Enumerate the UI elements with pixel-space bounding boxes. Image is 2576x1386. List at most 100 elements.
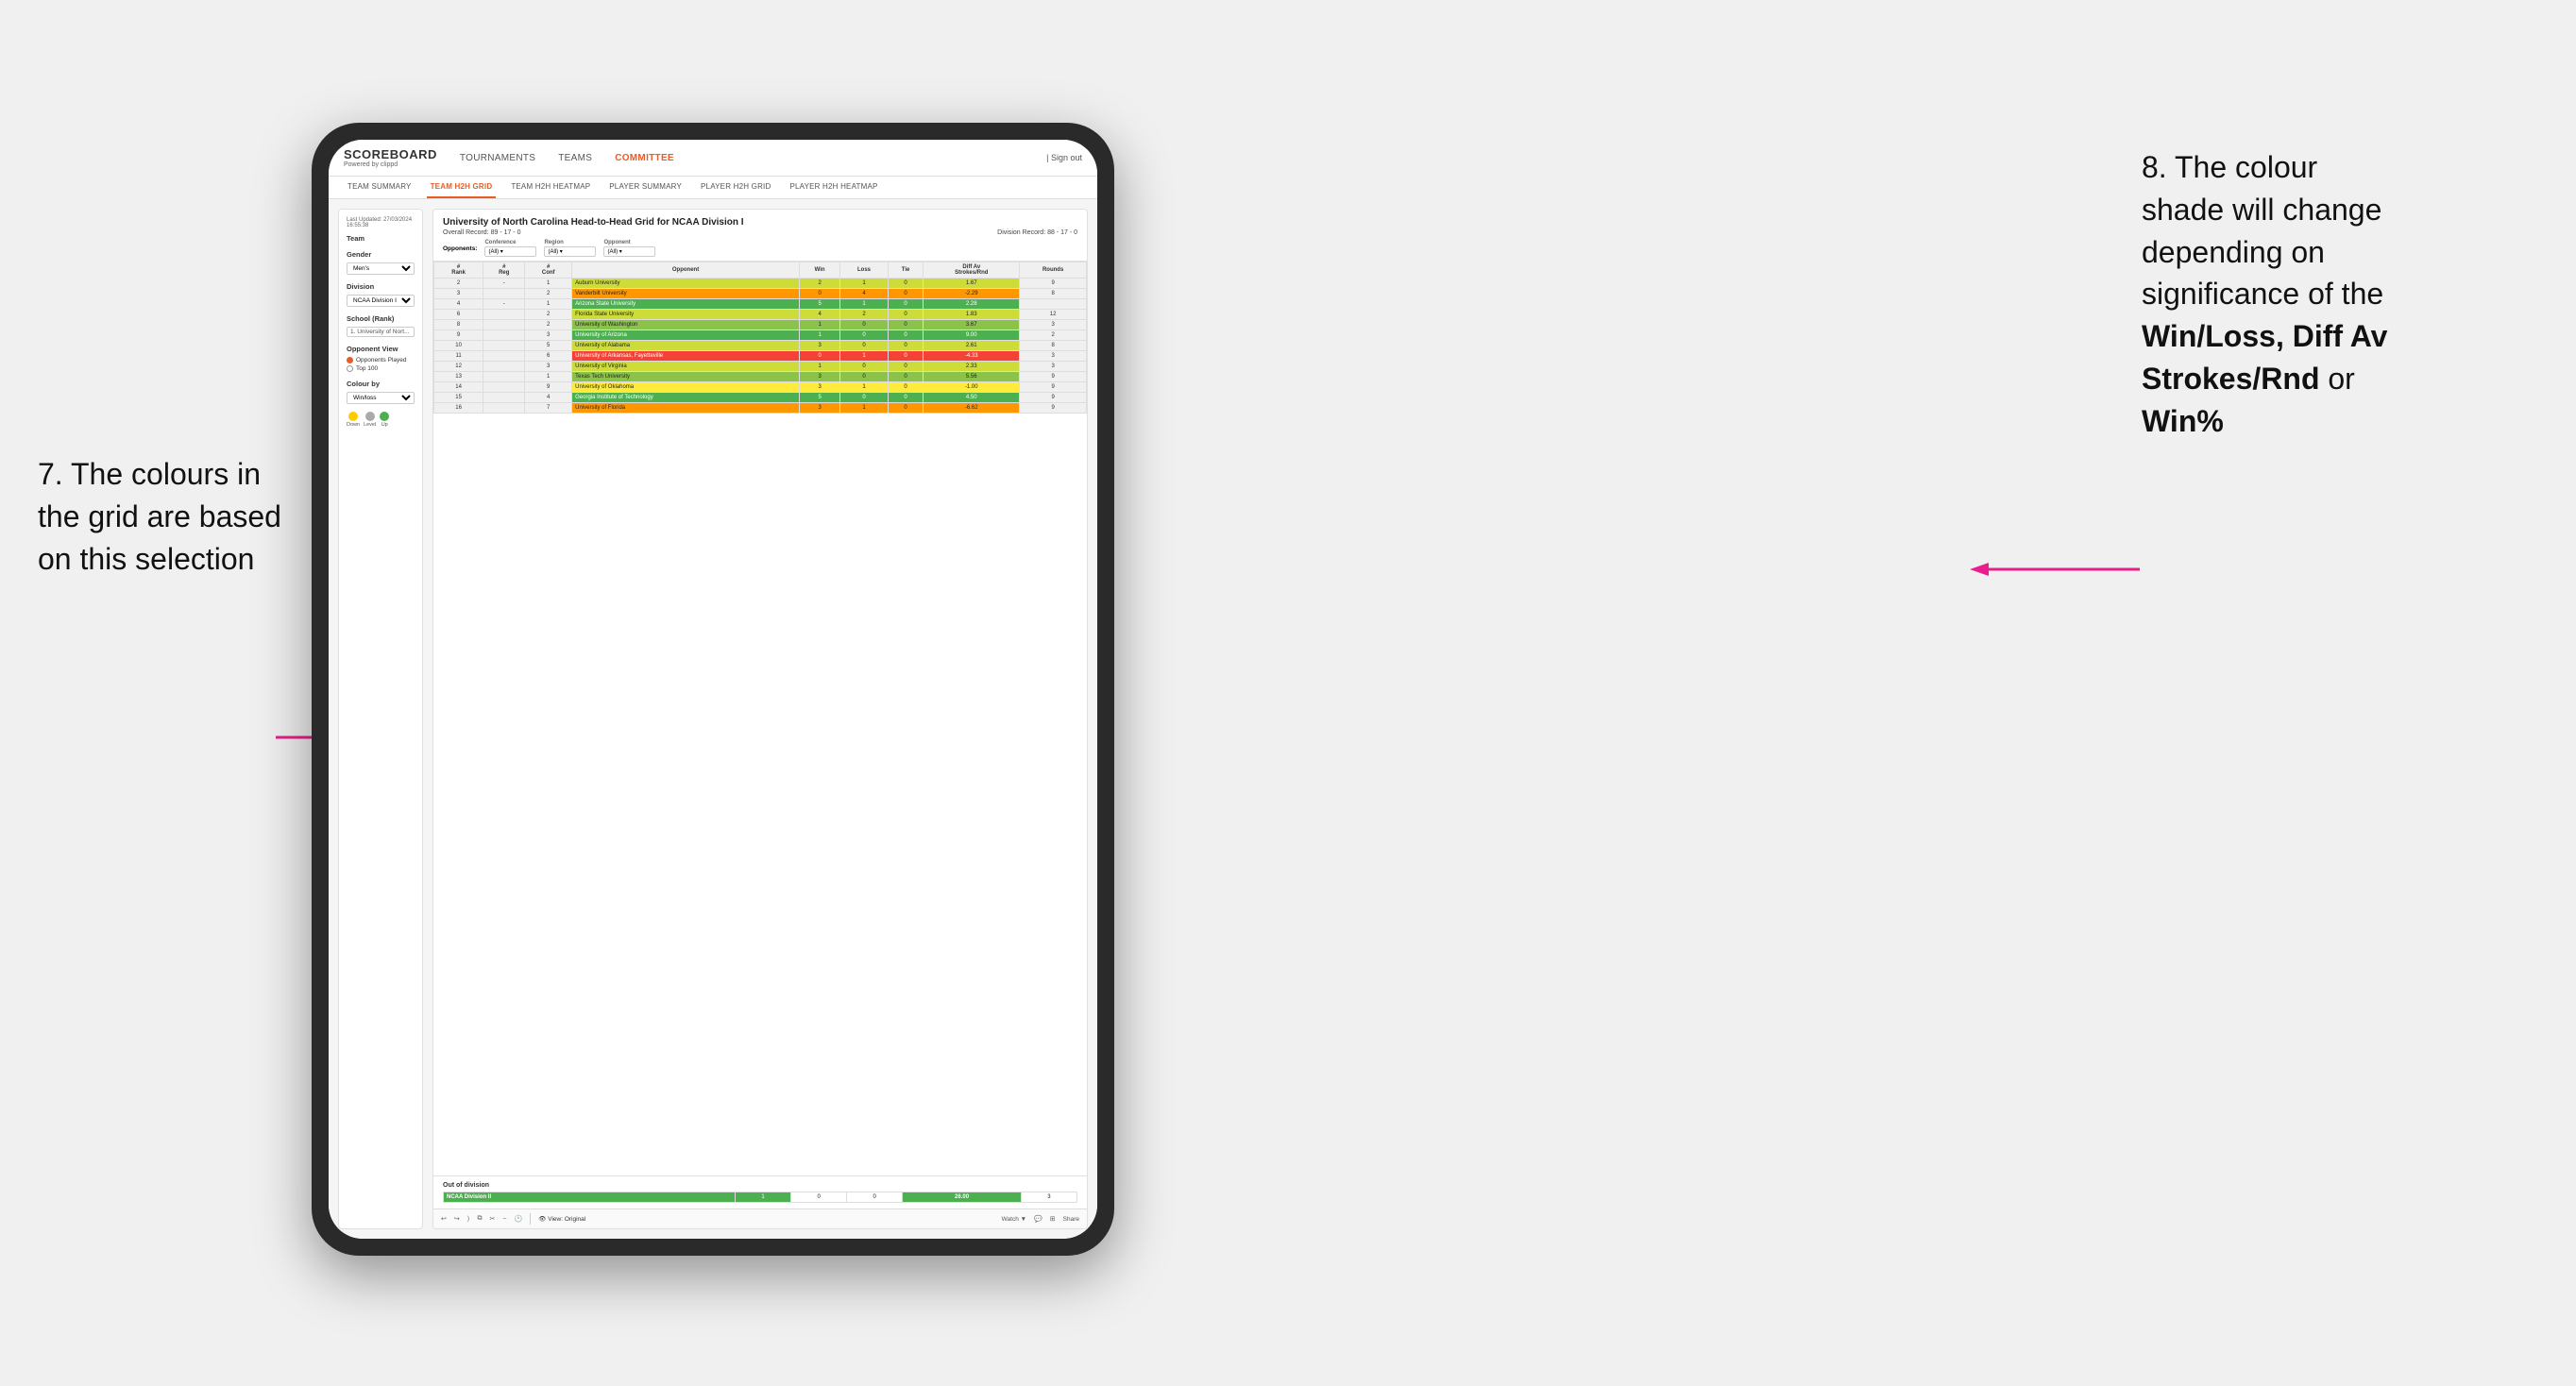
legend-dot-level <box>365 412 375 421</box>
school-value: 1. University of Nort... <box>347 327 415 337</box>
arrow-right <box>1970 555 2140 583</box>
table-row: 116University of Arkansas, Fayetteville0… <box>434 351 1087 362</box>
opponent-view-section: Opponent View Opponents Played Top 100 <box>347 345 415 372</box>
share-btn[interactable]: Share <box>1063 1216 1079 1223</box>
legend-dot-down <box>348 412 358 421</box>
table-row: 93University of Arizona1009.002 <box>434 330 1087 341</box>
colour-by-select[interactable]: Win/loss <box>347 392 415 404</box>
team-section: Team <box>347 234 415 243</box>
table-row: 105University of Alabama3002.618 <box>434 341 1087 351</box>
h2h-table: #Rank #Reg #Conf Opponent Win Loss Tie D… <box>433 262 1087 414</box>
ood-row: NCAA Division II 1 0 0 26.00 3 <box>444 1192 1077 1203</box>
opponent-view-radio: Opponents Played Top 100 <box>347 357 415 372</box>
division-section: Division NCAA Division I <box>347 282 415 307</box>
colour-legend: Down Level Up <box>347 412 415 428</box>
table-row: 167University of Florida310-6.629 <box>434 403 1087 414</box>
sub-nav-team-h2h-heatmap[interactable]: TEAM H2H HEATMAP <box>507 177 594 198</box>
nav-tournaments[interactable]: TOURNAMENTS <box>456 151 539 165</box>
watch-btn[interactable]: Watch ▼ <box>1002 1216 1026 1223</box>
table-row: 2-1Auburn University2101.679 <box>434 279 1087 289</box>
nav-items: TOURNAMENTS TEAMS COMMITTEE <box>456 151 1027 165</box>
sub-nav: TEAM SUMMARY TEAM H2H GRID TEAM H2H HEAT… <box>329 177 1097 199</box>
table-row: 131Texas Tech University3005.569 <box>434 372 1087 382</box>
table-row: 32Vanderbilt University040-2.298 <box>434 289 1087 299</box>
legend-level: Level <box>364 412 376 428</box>
main-content: Last Updated: 27/03/2024 16:55:38 Team G… <box>329 199 1097 1239</box>
legend-up: Up <box>380 412 389 428</box>
school-section: School (Rank) 1. University of Nort... <box>347 314 415 337</box>
separator <box>530 1213 531 1225</box>
logo-text: SCOREBOARD <box>344 147 437 161</box>
table-header-row: #Rank #Reg #Conf Opponent Win Loss Tie D… <box>434 262 1087 279</box>
col-reg: #Reg <box>483 262 525 279</box>
col-opponent: Opponent <box>572 262 800 279</box>
table-row: 4-1Arizona State University5102.28 <box>434 299 1087 310</box>
table-row: 149University of Oklahoma310-1.009 <box>434 382 1087 393</box>
grid-panel: University of North Carolina Head-to-Hea… <box>432 209 1088 1229</box>
redo-icon[interactable]: ↪ <box>454 1215 460 1223</box>
division-select[interactable]: NCAA Division I <box>347 295 415 307</box>
filter-region: Region (All) ▾ <box>544 240 596 257</box>
col-rank: #Rank <box>434 262 483 279</box>
nav-teams[interactable]: TEAMS <box>554 151 596 165</box>
sub-nav-team-summary[interactable]: TEAM SUMMARY <box>344 177 415 198</box>
col-rounds: Rounds <box>1020 262 1087 279</box>
conference-dropdown[interactable]: (All) ▾ <box>484 246 536 257</box>
col-win: Win <box>800 262 840 279</box>
col-diff: Diff AvStrokes/Rnd <box>924 262 1020 279</box>
sub-nav-player-h2h-heatmap[interactable]: PLAYER H2H HEATMAP <box>786 177 881 198</box>
view-icon: 👁 <box>538 1216 546 1223</box>
gender-select[interactable]: Men's <box>347 262 415 275</box>
gender-section: Gender Men's <box>347 250 415 275</box>
comment-icon[interactable]: 💬 <box>1034 1215 1042 1223</box>
scissors-icon[interactable]: ✂ <box>489 1215 495 1223</box>
annotation-right: 8. The colour shade will change dependin… <box>2142 146 2538 443</box>
view-original[interactable]: 👁 View: Original <box>538 1215 585 1223</box>
col-conf: #Conf <box>525 262 572 279</box>
data-table: #Rank #Reg #Conf Opponent Win Loss Tie D… <box>433 262 1087 1175</box>
annotation-left: 7. The colours in the grid are based on … <box>38 453 302 580</box>
table-row: 154Georgia Institute of Technology5004.5… <box>434 393 1087 403</box>
out-of-division: Out of division NCAA Division II 1 0 0 2… <box>433 1175 1087 1209</box>
table-row: 62Florida State University4201.8312 <box>434 310 1087 320</box>
radio-dot <box>347 365 353 372</box>
sign-out[interactable]: | Sign out <box>1046 153 1082 162</box>
clock-icon[interactable]: 🕐 <box>514 1215 522 1223</box>
minus-icon[interactable]: − <box>502 1216 506 1223</box>
opponent-dropdown[interactable]: (All) ▾ <box>603 246 655 257</box>
grid-subtitle: Overall Record: 89 - 17 - 0 Division Rec… <box>443 229 1077 236</box>
grid-header: University of North Carolina Head-to-Hea… <box>433 210 1087 262</box>
col-loss: Loss <box>840 262 889 279</box>
sub-nav-player-h2h-grid[interactable]: PLAYER H2H GRID <box>697 177 774 198</box>
region-dropdown[interactable]: (All) ▾ <box>544 246 596 257</box>
grid-title: University of North Carolina Head-to-Hea… <box>443 217 1077 228</box>
colour-by-section: Colour by Win/loss <box>347 380 415 404</box>
filters-row: Opponents: Conference (All) ▾ Region (Al… <box>443 240 1077 257</box>
col-tie: Tie <box>888 262 923 279</box>
grid-icon[interactable]: ⊞ <box>1050 1215 1056 1223</box>
radio-dot-selected <box>347 357 353 363</box>
legend-down: Down <box>347 412 360 428</box>
forward-icon[interactable]: ⟩ <box>467 1215 470 1223</box>
nav-committee[interactable]: COMMITTEE <box>611 151 678 165</box>
table-row: 82University of Washington1003.673 <box>434 320 1087 330</box>
radio-top100[interactable]: Top 100 <box>347 365 415 372</box>
logo-sub: Powered by clippd <box>344 161 437 168</box>
undo-icon[interactable]: ↩ <box>441 1215 447 1223</box>
app-header: SCOREBOARD Powered by clippd TOURNAMENTS… <box>329 140 1097 177</box>
tablet-frame: SCOREBOARD Powered by clippd TOURNAMENTS… <box>312 123 1114 1256</box>
ood-table: NCAA Division II 1 0 0 26.00 3 <box>443 1192 1077 1203</box>
sub-nav-player-summary[interactable]: PLAYER SUMMARY <box>605 177 686 198</box>
filter-opponent: Opponent (All) ▾ <box>603 240 655 257</box>
table-row: 123University of Virginia1002.333 <box>434 362 1087 372</box>
sub-nav-team-h2h-grid[interactable]: TEAM H2H GRID <box>427 177 497 198</box>
tablet-screen: SCOREBOARD Powered by clippd TOURNAMENTS… <box>329 140 1097 1239</box>
radio-opponents-played[interactable]: Opponents Played <box>347 357 415 363</box>
timestamp: Last Updated: 27/03/2024 16:55:38 <box>347 217 415 228</box>
filter-conference: Conference (All) ▾ <box>484 240 536 257</box>
copy-icon[interactable]: ⧉ <box>477 1215 482 1223</box>
left-panel: Last Updated: 27/03/2024 16:55:38 Team G… <box>338 209 423 1229</box>
toolbar-right: Watch ▼ 💬 ⊞ Share <box>1002 1215 1079 1223</box>
logo-area: SCOREBOARD Powered by clippd <box>344 147 437 168</box>
legend-dot-up <box>380 412 389 421</box>
